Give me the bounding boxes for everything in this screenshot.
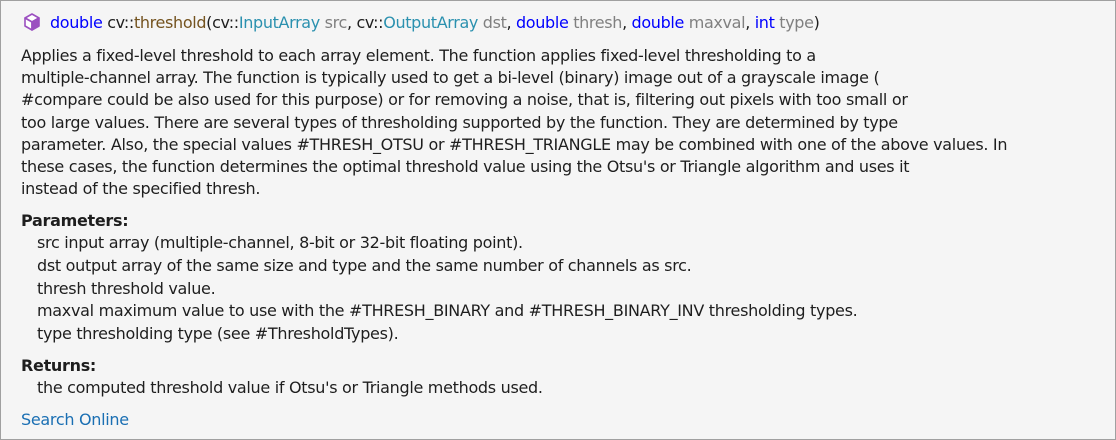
description: Applies a fixed-level threshold to each … — [21, 45, 1106, 200]
parameter-item: src input array (multiple-channel, 8-bit… — [37, 233, 523, 253]
tooltip-body: Applies a fixed-level threshold to each … — [21, 45, 1106, 431]
param-namespace: cv:: — [212, 12, 239, 32]
param-type: double — [631, 12, 685, 32]
param-name: thresh — [573, 12, 623, 32]
signature-param: cv::OutputArray dst, — [356, 13, 516, 32]
return-type: double — [50, 12, 103, 32]
parameter-item: thresh threshold value. — [37, 278, 216, 298]
signature-param: cv::InputArray src, — [212, 13, 356, 32]
parameters-list: src input array (multiple-channel, 8-bit… — [21, 232, 1106, 345]
param-separator: , — [622, 12, 632, 32]
param-type: int — [754, 12, 775, 32]
param-type: InputArray — [238, 12, 320, 32]
description-line: too large values. There are several type… — [21, 112, 898, 132]
description-line: Applies a fixed-level threshold to each … — [21, 46, 816, 65]
method-cube-icon — [23, 12, 41, 32]
description-line: instead of the specified thresh. — [21, 179, 261, 199]
description-line: these cases, the function determines the… — [21, 156, 910, 176]
function-name: threshold — [133, 12, 207, 32]
parameter-item: maxval maximum value to use with the #TH… — [37, 301, 858, 321]
parameter-item: dst output array of the same size and ty… — [37, 255, 692, 275]
signature-param: int type — [755, 13, 814, 32]
namespace: cv:: — [107, 12, 134, 32]
param-type: OutputArray — [383, 12, 479, 32]
quickinfo-tooltip: double cv:: threshold(cv::InputArray src,… — [0, 0, 1116, 440]
function-signature: double cv:: threshold(cv::InputArray src,… — [23, 11, 820, 33]
param-name: type — [779, 12, 814, 32]
param-separator: , — [346, 12, 357, 32]
param-type: double — [516, 12, 569, 32]
description-line: parameter. Also, the special values #THR… — [21, 134, 1008, 154]
returns-heading: Returns: — [21, 356, 97, 376]
param-namespace: cv:: — [356, 12, 384, 32]
returns-text: the computed threshold value if Otsu's o… — [37, 378, 543, 398]
parameters-heading: Parameters: — [21, 211, 129, 231]
search-online-link[interactable]: Search Online — [21, 409, 129, 431]
param-name: src — [324, 12, 348, 32]
signature-params: cv::InputArray src, cv::OutputArray dst,… — [212, 13, 814, 32]
param-separator: , — [745, 12, 755, 32]
description-line: multiple-channel array. The function is … — [21, 68, 880, 88]
signature-param: double maxval, — [632, 13, 755, 32]
parameter-item: type thresholding type (see #ThresholdTy… — [37, 323, 399, 343]
param-name: dst — [482, 12, 507, 32]
param-name: maxval — [688, 12, 746, 32]
param-separator: , — [506, 12, 516, 32]
description-line: #compare could be also used for this pur… — [21, 90, 908, 110]
signature-param: double thresh, — [516, 13, 632, 32]
close-paren: ) — [813, 12, 820, 32]
